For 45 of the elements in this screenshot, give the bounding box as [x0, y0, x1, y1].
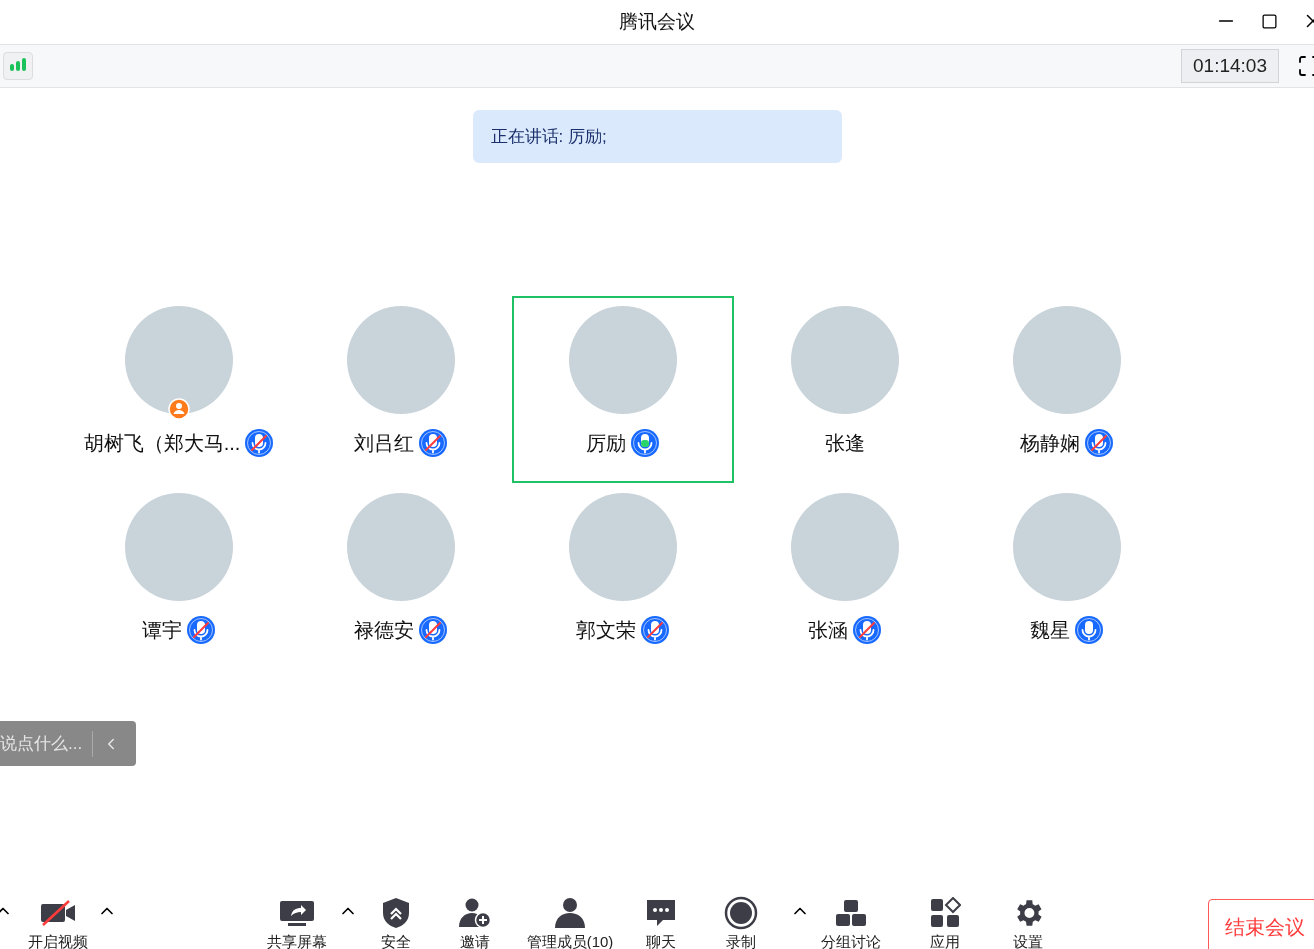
meeting-timer: 01:14:03: [1181, 48, 1279, 84]
participant-tile[interactable]: 刘吕红: [290, 296, 512, 483]
participant-tile[interactable]: 谭宇: [68, 483, 290, 670]
participant-name: 刘吕红: [354, 431, 414, 456]
toolbar-button[interactable]: 分组讨论: [814, 897, 888, 949]
apps-grid-icon: [929, 897, 961, 929]
maximize-icon[interactable]: [1261, 12, 1278, 30]
toolbar-button[interactable]: 安全: [371, 897, 421, 949]
participant-name: 郭文荣: [576, 618, 636, 643]
add-person-icon: [458, 897, 492, 929]
video-off-icon: [39, 899, 77, 927]
participant-name: 胡树飞（郑大马...: [83, 431, 241, 456]
participant-name: 张涵: [808, 618, 848, 643]
speaking-banner: 正在讲话: 厉励;: [472, 110, 842, 163]
participant-tile[interactable]: 张逢: [734, 296, 956, 483]
toolbar-button[interactable]: 聊天: [631, 897, 691, 949]
participant-tile[interactable]: 杨静娴: [956, 296, 1178, 483]
window-title: 腾讯会议: [619, 9, 695, 34]
blocks-icon: [834, 898, 868, 928]
selected-participant-tile[interactable]: 厉励: [512, 296, 734, 483]
participant-name: 禄德安: [354, 618, 414, 643]
toolbar-button[interactable]: 开启视频: [23, 897, 93, 949]
shield-icon: [381, 897, 411, 929]
person-icon: [553, 897, 587, 929]
participant-tile[interactable]: 禄德安: [290, 483, 512, 670]
participant-name: 谭宇: [142, 618, 182, 643]
participant-name: 张逢: [825, 431, 865, 456]
toolbar-button[interactable]: 共享屏幕: [258, 897, 336, 949]
toolbar-button[interactable]: 录制: [711, 897, 771, 949]
fullscreen-icon[interactable]: [1297, 54, 1314, 78]
participant-tile[interactable]: 张涵: [734, 483, 956, 670]
participant-tile[interactable]: 魏星: [956, 483, 1178, 670]
participant-name: 魏星: [1030, 618, 1070, 643]
participant-tile[interactable]: 郭文荣: [512, 483, 734, 670]
toolbar-button[interactable]: 设置: [998, 897, 1058, 949]
participant-name: 杨静娴: [1020, 431, 1080, 456]
chat-bubble-icon: [645, 897, 677, 929]
participant-tile[interactable]: 胡树飞（郑大马...: [68, 296, 290, 483]
record-icon: [724, 896, 758, 930]
participant-name: 厉励: [586, 431, 626, 456]
toolbar-button[interactable]: 邀请: [445, 897, 505, 949]
share-screen-icon: [278, 899, 316, 927]
end-meeting-button[interactable]: 结束会议: [1208, 899, 1314, 949]
chat-input-field[interactable]: 说点什么...: [0, 721, 92, 766]
toolbar-button[interactable]: 应用: [915, 897, 975, 949]
